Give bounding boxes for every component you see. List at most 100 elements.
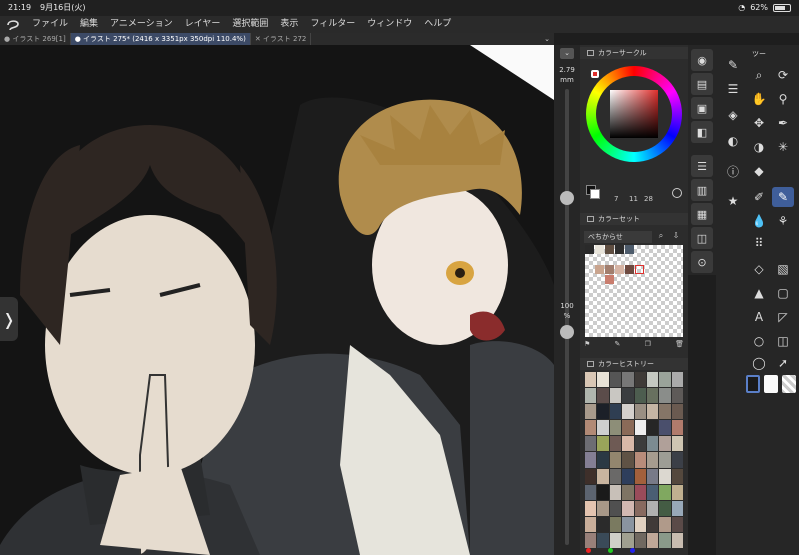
menu-window[interactable]: ウィンドウ — [361, 16, 418, 33]
history-swatch[interactable] — [622, 452, 634, 468]
history-swatch[interactable] — [659, 388, 671, 404]
history-swatch[interactable] — [609, 404, 622, 420]
approx-color-tab-icon[interactable]: ◧ — [691, 121, 713, 143]
history-swatch[interactable] — [622, 372, 634, 388]
history-swatch[interactable] — [634, 420, 646, 436]
eraser-icon[interactable]: ◆ — [748, 161, 770, 181]
history-swatch[interactable] — [609, 468, 622, 484]
ruler-icon[interactable]: ◫ — [772, 331, 794, 351]
history-swatch[interactable] — [597, 452, 609, 468]
history-swatch[interactable] — [585, 372, 597, 388]
history-swatch[interactable] — [671, 404, 683, 420]
panel-menu-icon[interactable] — [587, 50, 594, 56]
brush-size-slider[interactable] — [565, 89, 569, 329]
history-swatch[interactable] — [659, 516, 671, 532]
brush-settings-icon[interactable]: ✎ — [722, 55, 744, 75]
history-swatch[interactable] — [646, 500, 659, 516]
history-swatch[interactable] — [634, 452, 646, 468]
history-swatch[interactable] — [585, 500, 597, 516]
spray-icon[interactable]: ⠿ — [748, 233, 770, 253]
history-swatch[interactable] — [609, 388, 622, 404]
palette-swatch[interactable] — [635, 265, 644, 274]
cake-icon[interactable]: ▲ — [748, 283, 770, 303]
history-swatch[interactable] — [622, 468, 634, 484]
material-tab-icon[interactable]: ▥ — [691, 179, 713, 201]
history-swatch[interactable] — [597, 500, 609, 516]
history-swatch[interactable] — [622, 516, 634, 532]
lasso-icon[interactable]: ◯ — [748, 353, 770, 373]
pin-icon[interactable]: ⚘ — [772, 211, 794, 231]
menu-view[interactable]: 表示 — [274, 16, 304, 33]
sliders-icon[interactable]: ☰ — [722, 79, 744, 99]
chevron-down-icon[interactable]: ⌄ — [544, 33, 550, 45]
opacity-slider[interactable] — [565, 325, 569, 545]
menu-file[interactable]: ファイル — [26, 16, 74, 33]
history-swatch[interactable] — [609, 420, 622, 436]
history-swatch[interactable] — [597, 420, 609, 436]
fill-icon[interactable]: ◇ — [748, 259, 770, 279]
menu-filter[interactable]: フィルター — [304, 16, 361, 33]
history-swatch[interactable] — [622, 420, 634, 436]
palette-swatch[interactable] — [595, 245, 604, 254]
history-swatch[interactable] — [585, 452, 597, 468]
history-swatch[interactable] — [634, 468, 646, 484]
palette-swatch[interactable] — [605, 265, 614, 274]
history-swatch[interactable] — [622, 484, 634, 500]
history-swatch[interactable] — [585, 484, 597, 500]
flag-icon[interactable]: ⚑ — [584, 340, 590, 350]
history-swatch[interactable] — [659, 420, 671, 436]
history-swatch[interactable] — [634, 404, 646, 420]
tab-illust-269[interactable]: ● イラスト 269[1] — [0, 33, 71, 45]
history-swatch[interactable] — [634, 388, 646, 404]
search-icon[interactable]: ⌕ — [659, 231, 663, 243]
star-icon[interactable]: ★ — [722, 191, 744, 211]
move-icon[interactable]: ✥ — [748, 113, 770, 133]
palette-swatch[interactable] — [605, 275, 614, 284]
history-swatch[interactable] — [585, 468, 597, 484]
navigator-tab-icon[interactable]: ▦ — [691, 203, 713, 225]
transparent-color-box[interactable] — [782, 375, 796, 393]
layers-icon[interactable]: ◈ — [722, 105, 744, 125]
copy-icon[interactable]: ❐ — [645, 340, 651, 350]
history-swatch[interactable] — [659, 436, 671, 452]
info-icon[interactable]: ⓘ — [722, 161, 744, 181]
history-swatch[interactable] — [659, 404, 671, 420]
contrast-icon[interactable]: ◐ — [722, 131, 744, 151]
history-swatch[interactable] — [634, 500, 646, 516]
frame-icon[interactable]: ◸ — [772, 307, 794, 327]
palette-swatch[interactable] — [625, 265, 634, 274]
text-icon[interactable]: A — [748, 307, 770, 327]
history-swatch[interactable] — [597, 404, 609, 420]
palette-swatch[interactable] — [605, 245, 614, 254]
menu-help[interactable]: ヘルプ — [418, 16, 457, 33]
eyedropper-icon[interactable] — [672, 188, 682, 198]
panel-menu-icon[interactable] — [587, 216, 594, 222]
hand-icon[interactable]: ✋ — [748, 89, 770, 109]
history-swatch[interactable] — [659, 372, 671, 388]
palette-swatch[interactable] — [625, 245, 634, 254]
color-set-swatches[interactable] — [585, 245, 683, 337]
chevron-down-icon[interactable]: ⌄ — [560, 48, 574, 59]
pen-selected-icon[interactable]: ✎ — [772, 187, 794, 207]
history-swatch[interactable] — [634, 372, 646, 388]
hue-selector[interactable] — [591, 70, 599, 78]
history-swatch[interactable] — [646, 420, 659, 436]
history-swatch[interactable] — [585, 532, 597, 548]
ellipse-icon[interactable]: ○ — [748, 331, 770, 351]
menu-animation[interactable]: アニメーション — [104, 16, 179, 33]
blend-icon[interactable]: 💧 — [748, 211, 770, 231]
history-swatch[interactable] — [622, 404, 634, 420]
history-swatch[interactable] — [659, 452, 671, 468]
history-swatch[interactable] — [622, 532, 634, 548]
opacity-slider-knob[interactable] — [560, 325, 574, 339]
history-swatch[interactable] — [609, 372, 622, 388]
history-swatch[interactable] — [609, 516, 622, 532]
history-swatch[interactable] — [597, 516, 609, 532]
history-swatch[interactable] — [585, 436, 597, 452]
panel-menu-icon[interactable] — [587, 361, 594, 367]
history-swatch[interactable] — [646, 404, 659, 420]
history-swatch[interactable] — [646, 388, 659, 404]
palette-swatch[interactable] — [585, 245, 594, 254]
tab-illust-275[interactable]: ● イラスト 275* (2416 x 3351px 350dpi 110.4%… — [70, 33, 251, 45]
palette-swatch[interactable] — [595, 265, 604, 274]
